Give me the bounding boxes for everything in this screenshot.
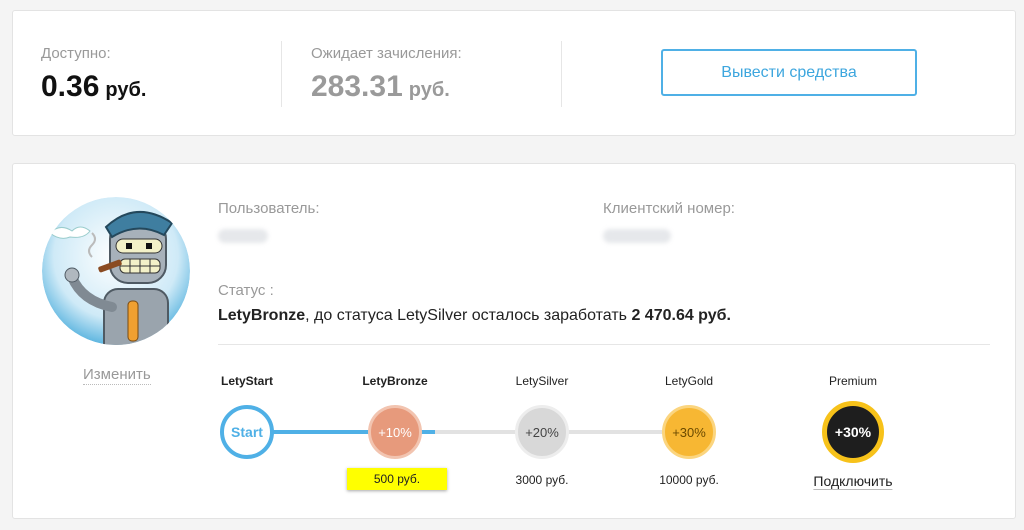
level-name-letygold: LetyGold [664,374,714,388]
username-value [218,229,268,243]
level-name-premium: Premium [828,374,878,388]
level-circle-silver: +20% [515,405,569,459]
client-number-value [603,229,671,243]
balance-card: Доступно: 0.36 руб. Ожидает зачисления: 2… [12,10,1016,136]
level-name-letybronze: LetyBronze [362,374,428,388]
status-amount: 2 470.64 руб. [631,307,731,324]
pending-balance: Ожидает зачисления: 283.31 руб. [311,45,462,104]
level-threshold-gold: 10000 руб. [659,473,719,487]
pending-label: Ожидает зачисления: [311,45,462,62]
status-current: LetyBronze [218,307,306,324]
status-text: LetyBronze, до статуса LetySilver остало… [218,307,731,325]
level-circle-bronze: +10% [368,405,422,459]
level-circle-premium[interactable]: +30% [822,401,884,463]
current-level-threshold: 500 руб. [347,468,447,490]
available-currency: руб. [105,79,147,101]
client-number-label: Клиентский номер: [603,200,735,217]
level-circle-gold: +30% [662,405,716,459]
profile-card: Изменить Пользователь: Клиентский номер:… [12,163,1016,519]
level-circle-start: Start [220,405,274,459]
level-name-letystart: LetyStart [220,374,274,388]
status-middle: , до статуса LetySilver осталось заработ… [305,307,632,324]
divider [561,41,562,107]
available-balance: Доступно: 0.36 руб. [41,45,146,104]
robot-avatar-icon [42,197,190,345]
avatar[interactable] [42,197,190,345]
premium-connect-link[interactable]: Подключить [813,473,893,490]
change-avatar-link[interactable]: Изменить [83,366,151,385]
divider [281,41,282,107]
available-label: Доступно: [41,45,111,62]
pending-currency: руб. [408,79,450,101]
level-threshold-silver: 3000 руб. [515,473,569,487]
available-amount: 0.36 [41,70,100,103]
divider [218,344,990,345]
withdraw-button[interactable]: Вывести средства [661,49,917,96]
level-name-letysilver: LetySilver [515,374,569,388]
user-label: Пользователь: [218,200,320,217]
status-label: Статус : [218,282,274,299]
pending-amount: 283.31 [311,70,403,103]
